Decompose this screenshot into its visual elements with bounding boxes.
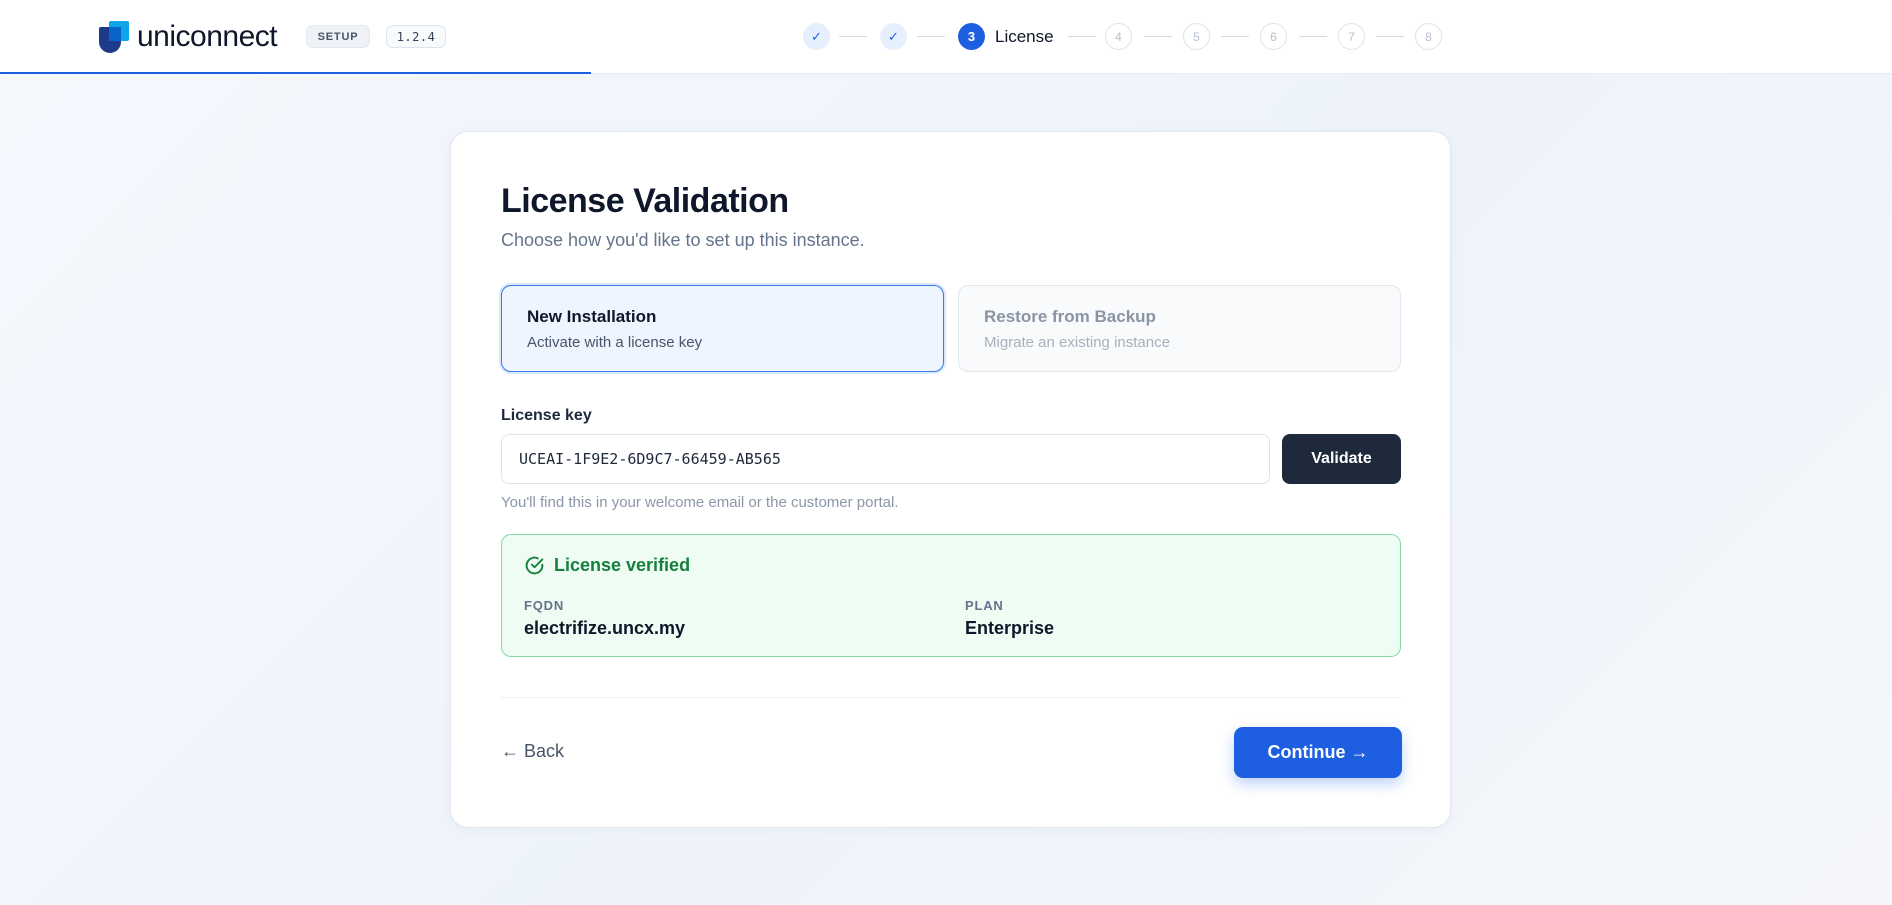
license-card: License Validation Choose how you'd like…: [450, 131, 1451, 828]
step-1-complete[interactable]: ✓: [803, 23, 830, 50]
step-connector: [839, 36, 867, 37]
step-3-label: License: [995, 27, 1054, 46]
check-circle-icon: [525, 556, 544, 575]
step-connector: [1299, 36, 1327, 37]
license-verified-panel: License verified FQDN electrifize.uncx.m…: [501, 534, 1401, 657]
step-connector: [1376, 36, 1404, 37]
fqdn-value: electrifize.uncx.my: [524, 618, 686, 638]
fqdn-field: FQDN electrifize.uncx.my: [524, 598, 685, 639]
step-7: 7: [1338, 23, 1365, 50]
restore-backup-option[interactable]: Restore from Backup Migrate an existing …: [958, 285, 1401, 372]
page-title: License Validation: [501, 182, 789, 220]
fqdn-label: FQDN: [524, 598, 565, 613]
license-key-input[interactable]: [501, 434, 1270, 484]
logo-icon: [99, 21, 131, 53]
option-description: Activate with a license key: [527, 334, 703, 351]
check-icon: ✓: [888, 28, 899, 44]
step-8: 8: [1415, 23, 1442, 50]
step-connector: [1144, 36, 1172, 37]
license-hint: You'll find this in your welcome email o…: [501, 494, 899, 511]
version-badge: 1.2.4: [386, 25, 446, 48]
plan-field: PLAN Enterprise: [965, 598, 1054, 639]
plan-value: Enterprise: [965, 618, 1055, 638]
step-4: 4: [1105, 23, 1132, 50]
continue-button[interactable]: Continue →: [1234, 727, 1402, 778]
brand-name: uniconnect: [137, 20, 278, 53]
top-bar: uniconnect SETUP 1.2.4 ✓ ✓ 3 License 4 5…: [0, 0, 1892, 74]
step-2-complete[interactable]: ✓: [880, 23, 907, 50]
check-icon: ✓: [811, 28, 822, 44]
step-5: 5: [1183, 23, 1210, 50]
progress-bar: [0, 72, 592, 74]
page-subtitle: Choose how you'd like to set up this ins…: [501, 230, 865, 250]
step-connector: [917, 36, 945, 37]
plan-label: PLAN: [965, 598, 1004, 613]
option-description: Migrate an existing instance: [984, 334, 1170, 351]
option-title: Restore from Backup: [984, 307, 1156, 326]
step-connector: [1221, 36, 1249, 37]
new-installation-option[interactable]: New Installation Activate with a license…: [501, 285, 944, 372]
option-title: New Installation: [527, 307, 657, 326]
setup-badge: SETUP: [306, 25, 370, 48]
license-key-label: License key: [501, 407, 592, 424]
step-6: 6: [1260, 23, 1287, 50]
verified-heading: License verified: [554, 555, 691, 575]
step-3-active[interactable]: 3: [958, 23, 985, 50]
divider: [501, 697, 1401, 698]
back-button[interactable]: ← Back: [501, 741, 564, 762]
step-connector: [1068, 36, 1096, 37]
validate-button[interactable]: Validate: [1282, 434, 1401, 484]
brand-logo[interactable]: uniconnect: [99, 20, 278, 53]
verified-header: License verified: [524, 555, 690, 576]
